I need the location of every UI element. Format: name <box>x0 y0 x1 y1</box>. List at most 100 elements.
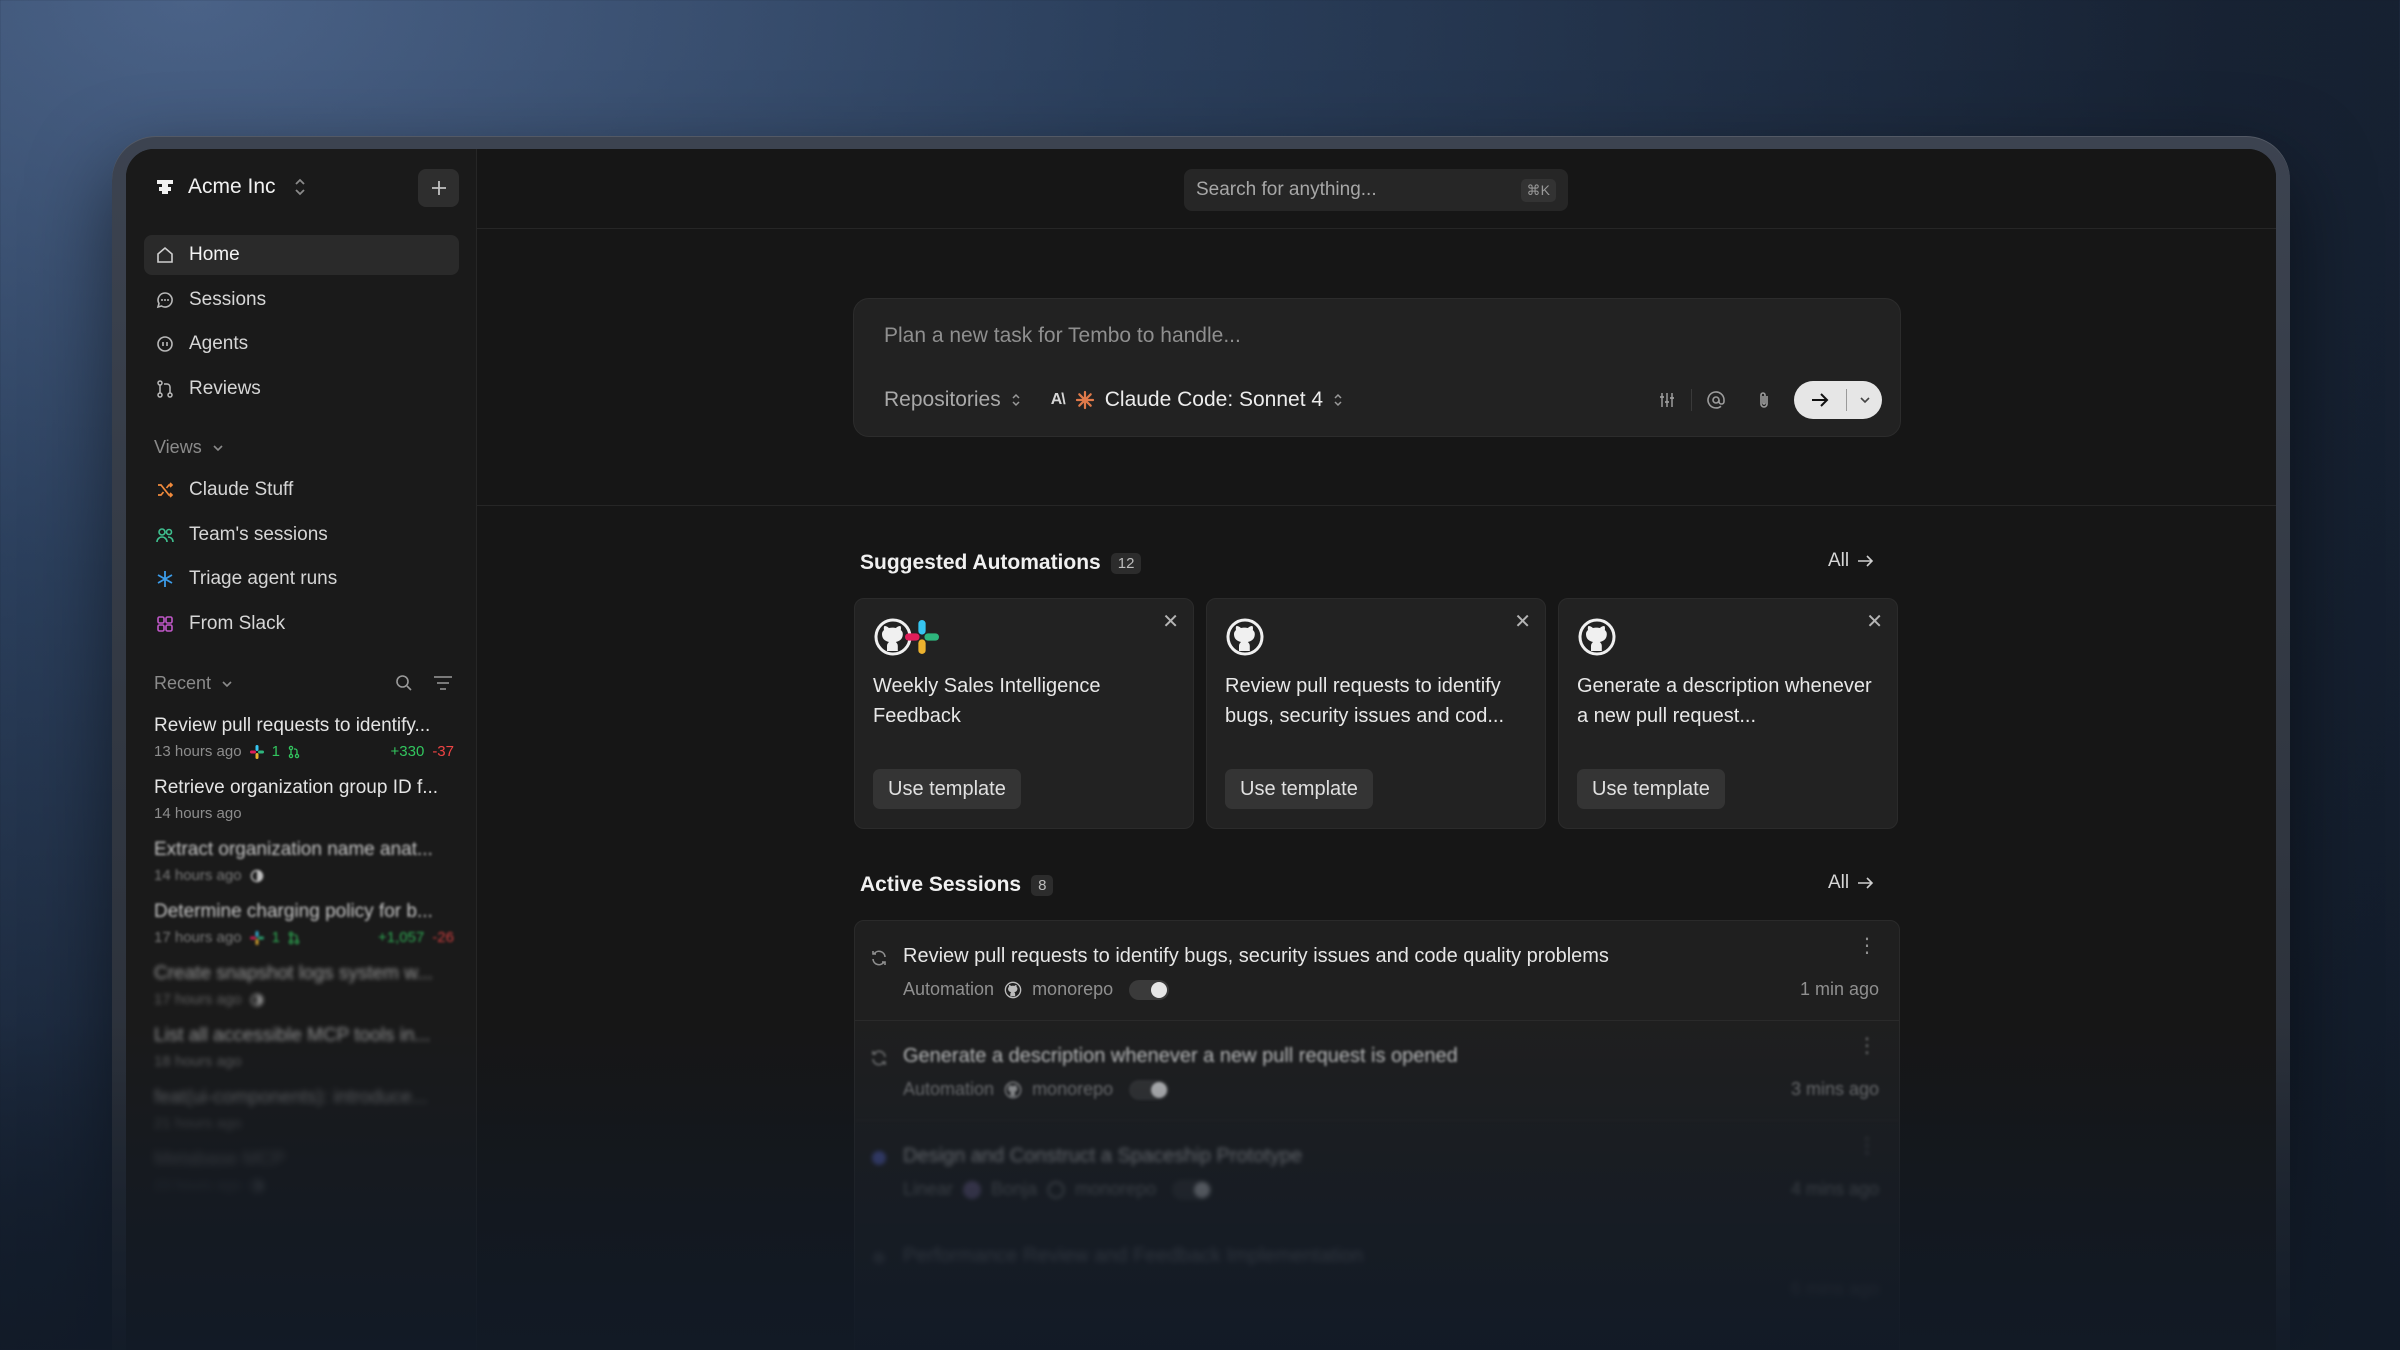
github-icon <box>1004 1081 1022 1098</box>
close-icon[interactable]: ✕ <box>1866 609 1883 634</box>
top-bar: Search for anything... ⌘K <box>477 149 2276 229</box>
count-badge: 8 <box>1031 874 1054 896</box>
repositories-select[interactable]: Repositories <box>884 388 1021 412</box>
use-template-button[interactable]: Use template <box>1225 769 1373 809</box>
nav-label: Agents <box>189 333 249 354</box>
sessions-list: Review pull requests to identify bugs, s… <box>854 920 1900 1350</box>
automation-cards: ✕ Weekly Sales Intelligence Feedback Use… <box>854 598 1898 829</box>
recent-header[interactable]: Recent <box>154 673 233 694</box>
automation-card[interactable]: ✕ Review pull requests to identify bugs,… <box>1206 598 1546 829</box>
recent-item[interactable]: Review pull requests to identify... 13 h… <box>154 715 454 760</box>
automation-card[interactable]: ✕ Weekly Sales Intelligence Feedback Use… <box>854 598 1194 829</box>
recent-item[interactable]: Retrieve organization group ID f... 14 h… <box>154 777 454 822</box>
chevron-down-icon <box>213 444 223 451</box>
recent-item[interactable]: Extract organization name anat... 14 hou… <box>154 839 454 884</box>
session-icon <box>869 1248 889 1273</box>
status-toggle[interactable] <box>1129 1079 1170 1100</box>
chevron-up-down-icon <box>294 178 306 196</box>
shuffle-icon <box>158 482 174 498</box>
arrow-right-icon <box>1858 555 1874 567</box>
arrow-right-icon <box>1794 392 1846 408</box>
main-nav: Home Sessions Agents Reviews <box>144 235 459 413</box>
sidebar: Acme Inc Home Sessions Agents Reviews Vi… <box>126 149 477 1350</box>
agent-icon <box>157 336 173 352</box>
slack-icon <box>249 930 264 945</box>
github-icon <box>1047 1181 1065 1198</box>
org-name: Acme Inc <box>188 175 276 198</box>
settings-sliders-icon[interactable] <box>1643 390 1691 410</box>
task-composer[interactable]: Plan a new task for Tembo to handle... R… <box>853 298 1901 437</box>
users-icon <box>156 527 174 542</box>
automations-title: Suggested Automations 12 <box>860 551 1142 575</box>
shortcut-badge: ⌘K <box>1520 178 1556 202</box>
pull-request-icon <box>288 931 300 944</box>
nav-label: Home <box>189 244 240 265</box>
views-header[interactable]: Views <box>154 437 224 458</box>
session-row[interactable]: Generate a description whenever a new pu… <box>855 1021 1899 1121</box>
close-icon[interactable]: ✕ <box>1162 609 1179 634</box>
nav-label: Reviews <box>189 377 261 399</box>
view-item-from-slack[interactable]: From Slack <box>144 604 459 644</box>
github-icon <box>1578 618 1616 656</box>
nav-item-sessions[interactable]: Sessions <box>144 280 459 320</box>
card-text: Review pull requests to identify bugs, s… <box>1225 675 1505 727</box>
recent-list: Review pull requests to identify... 13 h… <box>154 715 454 1211</box>
card-logos <box>873 617 939 657</box>
view-item-teams-sessions[interactable]: Team's sessions <box>144 515 459 555</box>
filter-icon[interactable] <box>432 674 454 692</box>
chat-icon <box>156 291 173 308</box>
refresh-icon <box>869 948 889 973</box>
more-options-icon[interactable]: ⋮ <box>1857 1036 1877 1056</box>
nav-item-agents[interactable]: Agents <box>144 324 459 364</box>
card-text: Weekly Sales Intelligence Feedback <box>873 675 1101 727</box>
refresh-icon <box>869 1048 889 1073</box>
status-toggle[interactable] <box>1129 979 1170 1000</box>
use-template-button[interactable]: Use template <box>1577 769 1725 809</box>
sessions-all-link[interactable]: All <box>1828 872 1875 894</box>
org-switcher[interactable]: Acme Inc <box>154 175 306 199</box>
more-options-icon[interactable]: ⋮ <box>1857 936 1877 956</box>
slack-icon <box>905 620 939 654</box>
linear-icon <box>869 1148 889 1173</box>
send-button[interactable] <box>1794 381 1882 419</box>
view-item-claude-stuff[interactable]: Claude Stuff <box>144 470 459 510</box>
attach-icon[interactable] <box>1740 390 1788 410</box>
openai-icon <box>250 869 263 882</box>
nav-item-reviews[interactable]: Reviews <box>144 369 459 409</box>
new-task-button[interactable] <box>418 169 459 207</box>
session-row[interactable]: Performance Review and Feedback Implemen… <box>855 1221 1899 1321</box>
composer-tools <box>1643 381 1882 419</box>
nav-item-home[interactable]: Home <box>144 235 459 275</box>
chevron-up-down-icon <box>1012 393 1020 407</box>
home-icon <box>157 246 173 263</box>
mention-icon[interactable] <box>1692 390 1740 410</box>
search-icon[interactable] <box>394 673 414 693</box>
recent-tools <box>394 673 454 693</box>
recent-item[interactable]: Determine charging policy for b... 17 ho… <box>154 901 454 946</box>
recent-item[interactable]: List all accessible MCP tools in... 18 h… <box>154 1025 454 1070</box>
more-options-icon[interactable]: ⋮ <box>1857 1136 1877 1156</box>
card-logos <box>1225 617 1265 657</box>
recent-item[interactable]: Metabase MCP 23 hours ago <box>154 1149 454 1194</box>
recent-item[interactable]: Create snapshot logs system w... 17 hour… <box>154 963 454 1008</box>
recent-item[interactable]: feat(ui-components): introduce... 21 hou… <box>154 1087 454 1132</box>
openai-icon <box>250 993 263 1006</box>
anthropic-logo: A\ <box>1050 391 1066 408</box>
sessions-title: Active Sessions 8 <box>860 873 1054 897</box>
chevron-down-icon[interactable] <box>1847 396 1882 404</box>
session-row[interactable]: Review pull requests to identify bugs, s… <box>855 921 1899 1021</box>
session-row[interactable]: Design and Construct a Spaceship Prototy… <box>855 1121 1899 1221</box>
model-select[interactable]: A\ Claude Code: Sonnet 4 <box>1051 388 1343 412</box>
search-input[interactable]: Search for anything... ⌘K <box>1184 169 1568 211</box>
count-badge: 12 <box>1110 552 1142 574</box>
nav-label: Sessions <box>189 288 267 310</box>
composer-input[interactable]: Plan a new task for Tembo to handle... <box>884 324 1241 348</box>
view-item-triage-agent-runs[interactable]: Triage agent runs <box>144 559 459 599</box>
automation-card[interactable]: ✕ Generate a description whenever a new … <box>1558 598 1898 829</box>
close-icon[interactable]: ✕ <box>1514 609 1531 634</box>
automations-all-link[interactable]: All <box>1828 550 1875 572</box>
chevron-down-icon <box>222 680 232 687</box>
asterisk-icon <box>157 571 173 587</box>
use-template-button[interactable]: Use template <box>873 769 1021 809</box>
status-toggle[interactable] <box>1172 1179 1213 1200</box>
